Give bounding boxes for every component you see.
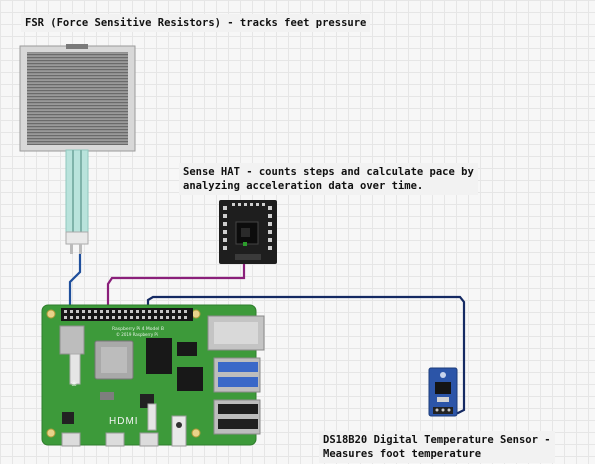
circuit-diagram: Raspberry Pi 4 Model B © 2019 Raspberry …: [19, 44, 466, 447]
usb2-port-top: [218, 404, 258, 414]
sense-hat-led: [243, 242, 247, 246]
pi-soc-inner: [101, 347, 127, 373]
usb-c-power-port: [61, 432, 81, 447]
ds18b20-chip: [435, 382, 451, 394]
pi-mount-hole-bl: [46, 428, 56, 438]
audio-jack-hole: [176, 422, 182, 428]
gpio-header: [61, 308, 193, 321]
fsr-pad: [27, 52, 128, 145]
pi-component-b: [100, 392, 114, 400]
ds18b20-pin-2: [441, 408, 445, 412]
fsr-pin-right: [79, 244, 82, 254]
sense-hat-module[interactable]: [219, 200, 277, 264]
pi-mount-hole-tr: [191, 309, 201, 319]
usb3-port-top: [218, 362, 258, 372]
usb3-port-bottom: [218, 377, 258, 387]
pi-wifi-module: [59, 325, 85, 355]
fsr-sensor[interactable]: [19, 44, 136, 254]
pi-logo-icon: ❀: [71, 378, 77, 389]
ds18b20-component: [437, 397, 449, 402]
audio-jack: [171, 415, 187, 447]
wire-fsr-to-gpio: [68, 254, 82, 312]
fsr-connector: [65, 231, 89, 245]
ds18b20-mount-hole: [440, 372, 446, 378]
pi-mount-hole-tl: [46, 309, 56, 319]
pi-component-a: [62, 412, 74, 424]
fsr-pin-left: [70, 244, 73, 254]
sense-hat-connector: [235, 254, 261, 260]
pi-copyright-text: © 2019 Raspberry Pi: [116, 332, 158, 337]
pi-ram-chip: [146, 338, 172, 374]
pi-hdmi-text: HDMI: [109, 416, 139, 427]
pi-camera-connector: [147, 403, 157, 431]
pi-mount-hole-br: [191, 428, 201, 438]
pi-usb-controller: [177, 367, 203, 391]
sense-hat-chip-small: [241, 228, 250, 237]
pi-ethernet-chip: [177, 342, 197, 356]
ds18b20-pin-1: [435, 408, 439, 412]
ds18b20-pin-3: [447, 408, 451, 412]
ds18b20-sensor[interactable]: [428, 367, 458, 417]
raspberry-pi-board[interactable]: Raspberry Pi 4 Model B © 2019 Raspberry …: [41, 304, 265, 447]
micro-hdmi-port-1: [139, 432, 159, 447]
ethernet-port-inner: [214, 322, 258, 344]
fsr-tail: [65, 149, 89, 233]
micro-hdmi-port-0: [105, 432, 125, 447]
fsr-tab: [66, 44, 88, 49]
usb2-port-bottom: [218, 419, 258, 429]
